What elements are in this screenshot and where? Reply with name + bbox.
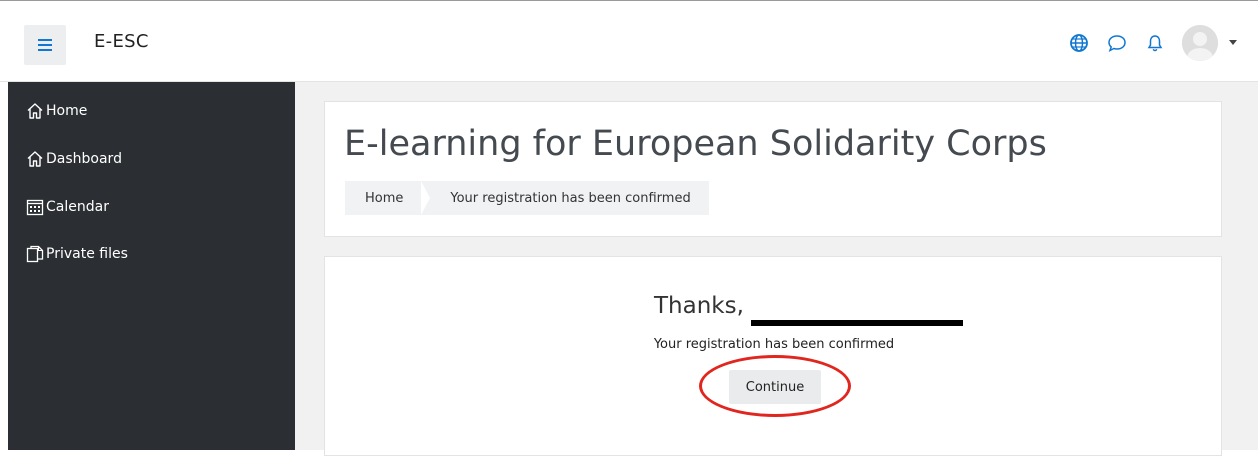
confirmation-card: Thanks, Your registration has been confi… (324, 256, 1222, 456)
messages-button[interactable] (1106, 32, 1128, 54)
main-region: E-learning for European Solidarity Corps… (295, 82, 1258, 456)
user-avatar-icon (1182, 25, 1218, 61)
sidebar: Home Dashboard Calendar Private files (8, 82, 295, 450)
menu-icon (38, 39, 52, 51)
avatar[interactable] (1182, 25, 1218, 61)
user-menu-toggle[interactable] (1228, 38, 1238, 48)
language-button[interactable] (1068, 32, 1090, 54)
breadcrumb-item-current: Your registration has been confirmed (450, 190, 691, 206)
sidebar-item-dashboard[interactable]: Dashboard (26, 145, 122, 173)
page-title: E-learning for European Solidarity Corps (344, 124, 1047, 164)
confirmation-message: Your registration has been confirmed (653, 337, 895, 352)
sidebar-item-label: Home (46, 103, 88, 119)
page-header: E-learning for European Solidarity Corps… (324, 101, 1222, 237)
bell-icon (1147, 35, 1163, 52)
files-icon (26, 245, 44, 263)
sidebar-item-label: Private files (46, 246, 128, 262)
site-brand[interactable]: E-ESC (94, 31, 149, 52)
home-icon (27, 103, 43, 119)
sidebar-item-label: Calendar (46, 199, 109, 215)
redacted-name-bar (751, 320, 963, 326)
menu-toggle-button[interactable] (24, 25, 66, 65)
notifications-button[interactable] (1144, 32, 1166, 54)
sidebar-item-home[interactable]: Home (26, 97, 87, 125)
breadcrumb-item-home[interactable]: Home (345, 181, 421, 215)
navbar-icons (1068, 23, 1238, 63)
sidebar-item-calendar[interactable]: Calendar (26, 193, 109, 221)
home-icon (27, 151, 43, 167)
chevron-down-icon (1229, 40, 1237, 45)
chat-bubble-icon (1108, 35, 1126, 53)
sidebar-item-private-files[interactable]: Private files (26, 240, 128, 268)
calendar-icon (26, 199, 44, 216)
highlight-annotation-circle (699, 355, 851, 417)
globe-icon (1070, 34, 1088, 52)
breadcrumb: Home Your registration has been confirme… (345, 181, 709, 215)
breadcrumb-separator (421, 181, 431, 215)
navbar: E-ESC (0, 1, 1258, 82)
sidebar-item-label: Dashboard (46, 151, 122, 167)
thanks-heading: Thanks, (654, 293, 744, 319)
